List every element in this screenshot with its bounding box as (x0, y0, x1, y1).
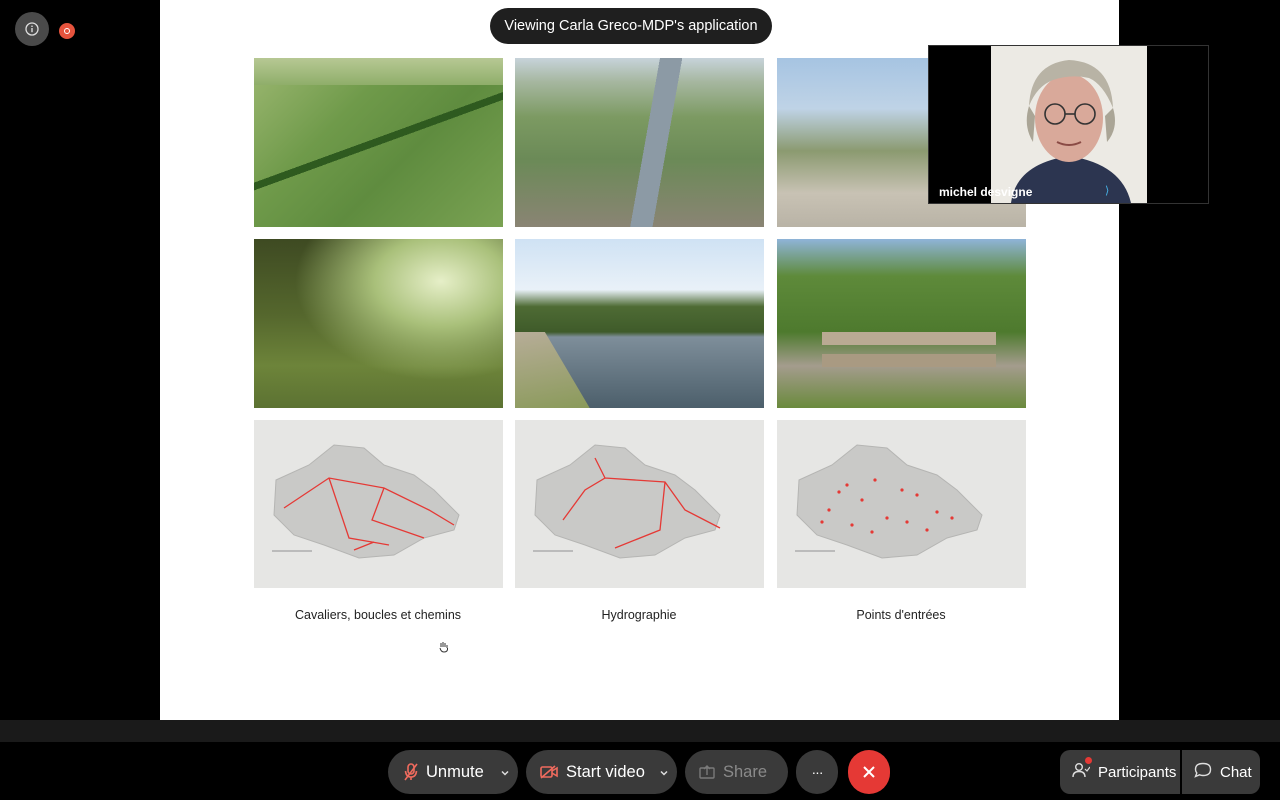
participants-button[interactable]: Participants (1060, 750, 1180, 794)
unmute-button[interactable]: Unmute (388, 750, 518, 794)
more-options-icon: ··· (811, 764, 824, 780)
photo-canal-aerial (515, 58, 764, 227)
video-off-icon (540, 765, 558, 779)
notification-dot-icon (1085, 757, 1092, 764)
toolbar-divider (0, 720, 1280, 742)
map-hydrographie (515, 420, 764, 588)
photo-riverside (515, 239, 764, 408)
photo-agricultural-fields (254, 58, 503, 227)
end-call-button[interactable] (848, 750, 890, 794)
start-video-button[interactable]: Start video (526, 750, 677, 794)
participant-name: michel desvigne (939, 185, 1033, 199)
photo-forest-trail (254, 239, 503, 408)
participant-video-tile[interactable]: michel desvigne ⟩ (928, 45, 1209, 204)
chevron-down-icon[interactable] (659, 764, 669, 783)
recording-indicator-icon (59, 23, 75, 39)
caption-cavaliers: Cavaliers, boucles et chemins (294, 608, 462, 622)
close-icon (863, 766, 875, 778)
share-label: Share (723, 762, 768, 781)
hand-cursor-icon (438, 640, 450, 653)
participant-video (991, 46, 1147, 203)
photo-park-gate (777, 239, 1026, 408)
chevron-down-icon[interactable] (500, 764, 510, 783)
info-button[interactable] (15, 12, 49, 46)
unmute-label: Unmute (426, 762, 484, 781)
participants-label: Participants (1098, 763, 1177, 781)
audio-signal-icon: ⟩ (1105, 185, 1110, 197)
chat-label: Chat (1220, 763, 1252, 781)
info-icon (25, 22, 39, 36)
start-video-label: Start video (566, 762, 645, 781)
caption-hydrographie: Hydrographie (601, 608, 677, 622)
share-button[interactable]: Share (685, 750, 788, 794)
participants-icon (1072, 757, 1092, 782)
chat-button[interactable]: Chat (1182, 750, 1260, 794)
chat-icon (1194, 762, 1212, 782)
map-points-entrees (777, 420, 1026, 588)
caption-points-entrees: Points d'entrées (856, 608, 946, 622)
more-options-button[interactable]: ··· (796, 750, 838, 794)
screen-share-banner: Viewing Carla Greco-MDP's application (490, 8, 772, 44)
share-icon (699, 765, 715, 779)
map-cavaliers (254, 420, 503, 588)
microphone-muted-icon (404, 763, 418, 781)
